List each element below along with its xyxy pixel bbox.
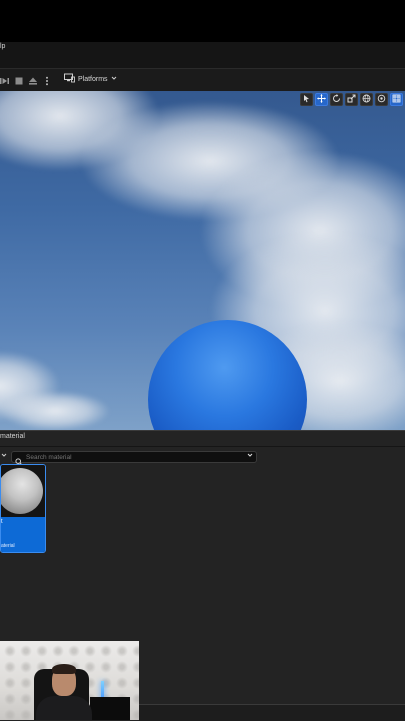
menu-bar — [0, 42, 405, 68]
rotate-icon[interactable] — [330, 93, 343, 106]
status-bar — [139, 704, 405, 721]
level-viewport[interactable] — [0, 91, 405, 430]
world-icon[interactable] — [360, 93, 373, 106]
material-preview-sphere — [1, 468, 43, 514]
person-hair — [52, 664, 76, 674]
webcam-overlay — [0, 641, 139, 720]
person-body — [36, 696, 92, 720]
stop-icon[interactable] — [14, 73, 24, 85]
scale-icon[interactable] — [345, 93, 358, 106]
surface-snap-icon[interactable] — [375, 93, 388, 106]
skip-frame-icon[interactable] — [0, 73, 10, 84]
content-browser-tab-label[interactable]: material — [0, 433, 25, 440]
chevron-down-icon — [111, 75, 117, 83]
platforms-button[interactable]: Platforms — [64, 71, 117, 87]
background-monitor — [90, 697, 130, 720]
filter-chevron-down-icon[interactable] — [1, 452, 7, 460]
grid-snap-icon[interactable] — [390, 93, 403, 106]
menu-item-help[interactable]: lp — [0, 43, 5, 50]
search-input[interactable] — [12, 453, 241, 461]
select-icon[interactable] — [300, 93, 313, 106]
eject-icon[interactable] — [28, 73, 38, 85]
title-bar — [0, 0, 405, 42]
panel-divider — [0, 446, 405, 447]
material-asset-tile[interactable]: t aterial — [0, 464, 46, 553]
more-options-icon[interactable] — [42, 73, 52, 86]
asset-type: aterial — [1, 543, 15, 549]
search-box[interactable] — [11, 451, 257, 466]
main-toolbar — [0, 68, 405, 92]
asset-name: t — [1, 519, 3, 525]
search-options-chevron-icon[interactable] — [247, 452, 253, 460]
platforms-label: Platforms — [78, 75, 108, 83]
viewport-transform-toolbar — [300, 93, 403, 106]
material-thumbnail — [1, 465, 45, 517]
translate-icon[interactable] — [315, 93, 328, 106]
platforms-icon — [64, 73, 75, 85]
